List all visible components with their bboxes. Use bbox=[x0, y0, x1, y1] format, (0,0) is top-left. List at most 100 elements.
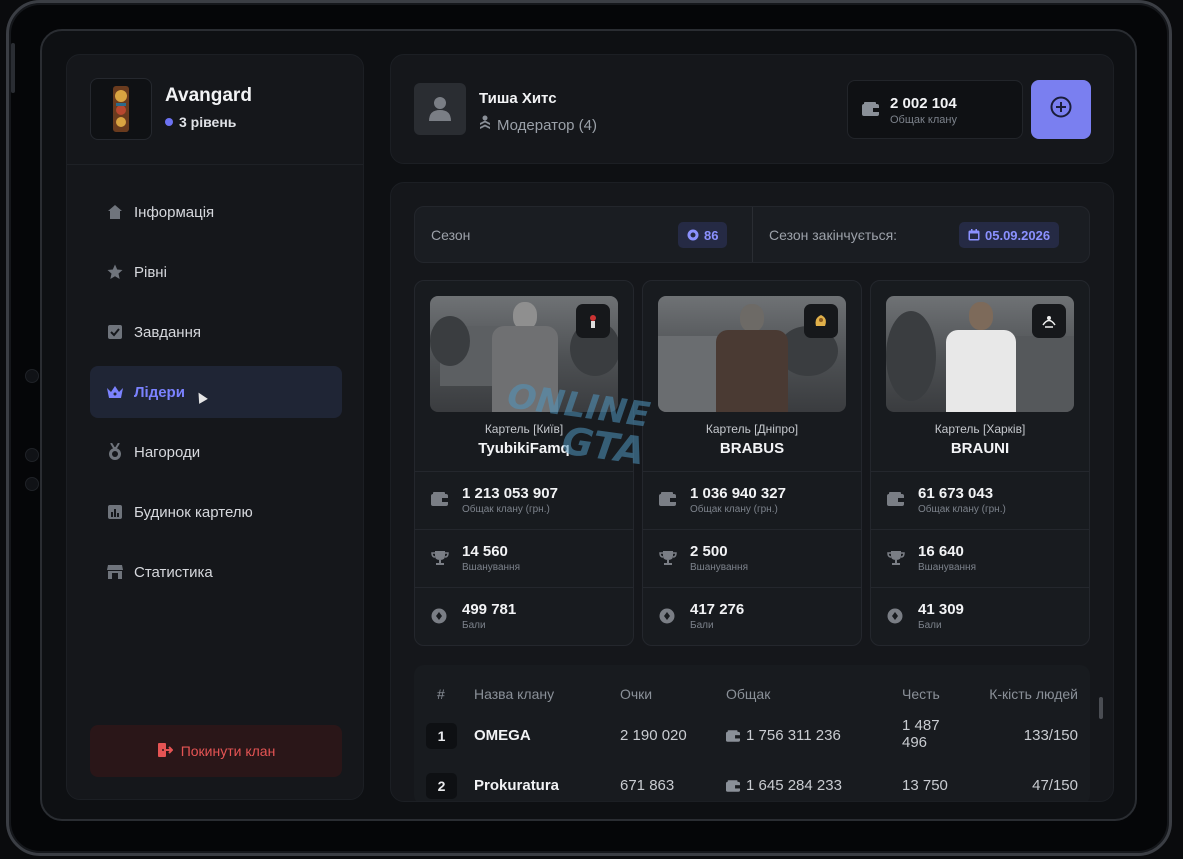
leader-city: Картель [Дніпро] bbox=[705, 422, 799, 436]
wallet-label: Общак клану bbox=[890, 114, 957, 126]
table-header-points: Очки bbox=[620, 686, 653, 702]
leader-honor-stat: 2 500 Вшанування bbox=[643, 529, 861, 587]
sidebar-item-levels[interactable]: Рівні bbox=[90, 246, 342, 298]
leader-city: Картель [Київ] bbox=[484, 422, 564, 436]
table-header-money: Общак bbox=[726, 686, 771, 702]
leader-card[interactable]: Картель [Дніпро] BRABUS 1 036 940 327 Об… bbox=[642, 280, 862, 646]
sidebar-item-cartel-house[interactable]: Будинок картелю bbox=[90, 486, 342, 538]
leader-cards: Картель [Київ] TyubikiFamq 1 213 053 907… bbox=[414, 280, 1090, 646]
leader-card[interactable]: Картель [Харків] BRAUNI 61 673 043 Общак… bbox=[870, 280, 1090, 646]
season-bar: Сезон 86 Сезон закінчується: 05.09.2026 bbox=[414, 206, 1090, 263]
wallet-icon bbox=[726, 729, 740, 747]
clan-logo bbox=[90, 78, 152, 140]
divider bbox=[752, 207, 753, 262]
camera-dot bbox=[25, 369, 39, 383]
calendar-icon bbox=[968, 229, 980, 241]
wallet-icon bbox=[887, 492, 904, 511]
leaders-panel: Сезон 86 Сезон закінчується: 05.09.2026 bbox=[390, 182, 1114, 802]
wallet-icon bbox=[726, 779, 740, 797]
leader-image bbox=[430, 296, 618, 412]
table-row[interactable]: 2 Prokuratura 671 863 1 645 284 233 13 7… bbox=[414, 761, 1090, 801]
row-members: 133/150 bbox=[1023, 727, 1078, 744]
leader-money-value: 61 673 043 bbox=[918, 485, 994, 502]
leave-clan-button[interactable]: Покинути клан bbox=[90, 725, 342, 777]
clan-ranking-table: # Назва клану Очки Общак Честь К-кість л… bbox=[414, 665, 1090, 801]
sidebar-item-label: Лідери bbox=[134, 383, 185, 401]
row-rank: 1 bbox=[426, 723, 457, 749]
leader-name: BRAUNI bbox=[950, 440, 1010, 457]
leader-honor-label: Вшанування bbox=[690, 562, 748, 573]
sidebar: Avangard 3 рівень Інформація Рівні Завда… bbox=[66, 54, 364, 800]
season-number-badge: 86 bbox=[678, 222, 728, 248]
leader-honor-stat: 14 560 Вшанування bbox=[415, 529, 633, 587]
sidebar-item-label: Завдання bbox=[134, 323, 201, 341]
user-name: Тиша Хитс bbox=[479, 90, 557, 107]
leader-image bbox=[658, 296, 846, 412]
leader-money-value: 1 213 053 907 bbox=[462, 485, 558, 502]
table-scrollbar[interactable] bbox=[1099, 697, 1103, 719]
season-label: Сезон bbox=[431, 226, 471, 243]
wallet-value: 2 002 104 bbox=[890, 95, 957, 112]
trophy-icon bbox=[431, 550, 449, 571]
leader-points-label: Бали bbox=[690, 620, 714, 631]
medal-icon bbox=[106, 443, 124, 461]
leader-money-stat: 1 036 940 327 Общак клану (грн.) bbox=[643, 471, 861, 529]
table-row[interactable]: 1 OMEGA 2 190 020 1 756 311 236 1 487 49… bbox=[414, 711, 1090, 761]
sidebar-item-info[interactable]: Інформація bbox=[90, 186, 342, 238]
sidebar-item-statistics[interactable]: Статистика bbox=[90, 546, 342, 598]
row-honor: 13 750 bbox=[902, 777, 948, 794]
wallet-icon bbox=[862, 102, 879, 121]
season-end-label: Сезон закінчується: bbox=[769, 226, 898, 243]
leader-honor-value: 2 500 bbox=[690, 543, 728, 560]
leader-honor-value: 16 640 bbox=[918, 543, 964, 560]
plus-circle-icon bbox=[1050, 96, 1072, 123]
leader-card[interactable]: Картель [Київ] TyubikiFamq 1 213 053 907… bbox=[414, 280, 634, 646]
leader-money-label: Общак клану (грн.) bbox=[918, 504, 1006, 515]
leader-points-value: 417 276 bbox=[690, 601, 745, 618]
table-header-honor: Честь bbox=[902, 686, 940, 702]
season-end-info: Сезон закінчується: bbox=[769, 207, 897, 262]
shop-icon bbox=[106, 563, 124, 581]
leader-money-stat: 61 673 043 Общак клану (грн.) bbox=[871, 471, 1089, 529]
clan-level: 3 рівень bbox=[165, 114, 236, 130]
row-clan-name: Prokuratura bbox=[474, 777, 560, 794]
sidebar-item-rewards[interactable]: Нагороди bbox=[90, 426, 342, 478]
leader-points-stat: 41 309 Бали bbox=[871, 587, 1089, 645]
row-money: 1 645 284 233 bbox=[746, 777, 842, 794]
user-role: Модератор (4) bbox=[479, 115, 597, 135]
sidebar-item-leaders[interactable]: Лідери bbox=[90, 366, 342, 418]
row-honor: 1 487 496 bbox=[902, 717, 940, 751]
trophy-icon bbox=[659, 550, 677, 571]
camera-dot bbox=[25, 477, 39, 491]
clan-level-text: 3 рівень bbox=[179, 114, 237, 130]
row-rank: 2 bbox=[426, 773, 457, 799]
clan-name: Avangard bbox=[165, 85, 252, 106]
row-points: 671 863 bbox=[620, 777, 675, 794]
leader-points-label: Бали bbox=[462, 620, 486, 631]
wallet-icon bbox=[431, 492, 448, 511]
leader-image bbox=[886, 296, 1074, 412]
sidebar-nav: Інформація Рівні Завдання Лідери Нагород… bbox=[90, 186, 342, 606]
points-coin-icon bbox=[431, 608, 447, 629]
row-members: 47/150 bbox=[1032, 777, 1078, 794]
leader-name: BRABUS bbox=[719, 440, 785, 457]
season-info: Сезон bbox=[431, 207, 470, 262]
leader-honor-label: Вшанування bbox=[918, 562, 976, 573]
leader-honor-value: 14 560 bbox=[462, 543, 508, 560]
sidebar-item-label: Нагороди bbox=[134, 443, 201, 461]
table-header-rank: # bbox=[437, 686, 445, 702]
sidebar-item-label: Будинок картелю bbox=[134, 503, 253, 521]
leader-money-label: Общак клану (грн.) bbox=[690, 504, 778, 515]
table-header-members: К-кість людей bbox=[989, 686, 1078, 702]
sidebar-item-tasks[interactable]: Завдання bbox=[90, 306, 342, 358]
clan-wallet: 2 002 104 Общак клану bbox=[847, 80, 1023, 139]
row-points: 2 190 020 bbox=[620, 727, 687, 744]
task-check-icon bbox=[106, 323, 124, 341]
sidebar-item-label: Рівні bbox=[134, 263, 167, 281]
add-funds-button[interactable] bbox=[1031, 80, 1091, 139]
leader-money-label: Общак клану (грн.) bbox=[462, 504, 550, 515]
season-end-date-badge: 05.09.2026 bbox=[959, 222, 1060, 248]
season-end-date: 05.09.2026 bbox=[985, 227, 1051, 243]
exit-icon bbox=[157, 742, 174, 761]
leader-points-stat: 417 276 Бали bbox=[643, 587, 861, 645]
